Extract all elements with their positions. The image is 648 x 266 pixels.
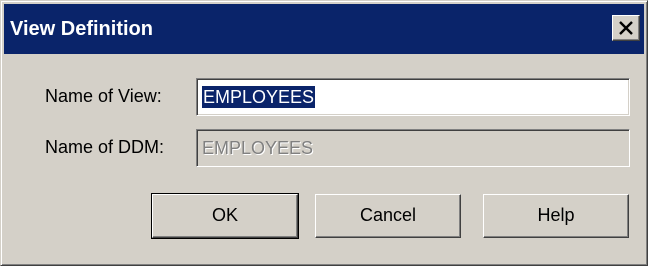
name-of-view-input[interactable]: EMPLOYEES	[196, 78, 630, 116]
dialog-title: View Definition	[10, 18, 153, 40]
ok-button[interactable]: OK	[151, 193, 299, 239]
close-icon	[619, 21, 633, 35]
name-of-view-label: Name of View:	[45, 86, 162, 106]
title-bar[interactable]: View Definition	[4, 4, 644, 54]
close-button[interactable]	[612, 15, 640, 41]
cancel-button[interactable]: Cancel	[315, 194, 461, 238]
view-definition-dialog: View Definition Name of View: EMPLOYEES …	[0, 0, 648, 266]
name-of-view-value: EMPLOYEES	[202, 86, 316, 108]
name-of-ddm-input: EMPLOYEES	[196, 129, 630, 167]
name-of-ddm-label: Name of DDM:	[45, 137, 165, 157]
help-button[interactable]: Help	[483, 194, 629, 238]
name-of-ddm-value: EMPLOYEES	[202, 138, 314, 158]
